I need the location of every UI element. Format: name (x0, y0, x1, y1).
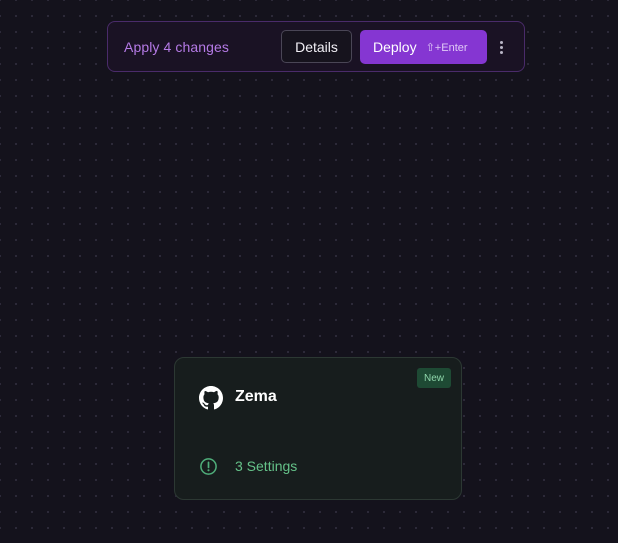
staged-changes-bar: Apply 4 changes Details Deploy ⇧+Enter (107, 21, 525, 72)
details-button[interactable]: Details (281, 30, 352, 63)
service-card[interactable]: New Zema 3 Settings (174, 357, 462, 500)
alert-circle-icon (200, 457, 217, 475)
deploy-button[interactable]: Deploy ⇧+Enter (360, 30, 487, 64)
service-name: Zema (235, 388, 277, 405)
settings-count-label: 3 Settings (235, 458, 298, 474)
new-badge: New (417, 368, 451, 388)
service-status: 3 Settings (199, 456, 297, 476)
deploy-shortcut-hint: ⇧+Enter (425, 41, 468, 54)
staged-changes-message: Apply 4 changes (124, 38, 230, 55)
deploy-button-label: Deploy (373, 39, 417, 55)
more-options-icon[interactable] (494, 35, 508, 59)
github-icon (199, 386, 223, 410)
